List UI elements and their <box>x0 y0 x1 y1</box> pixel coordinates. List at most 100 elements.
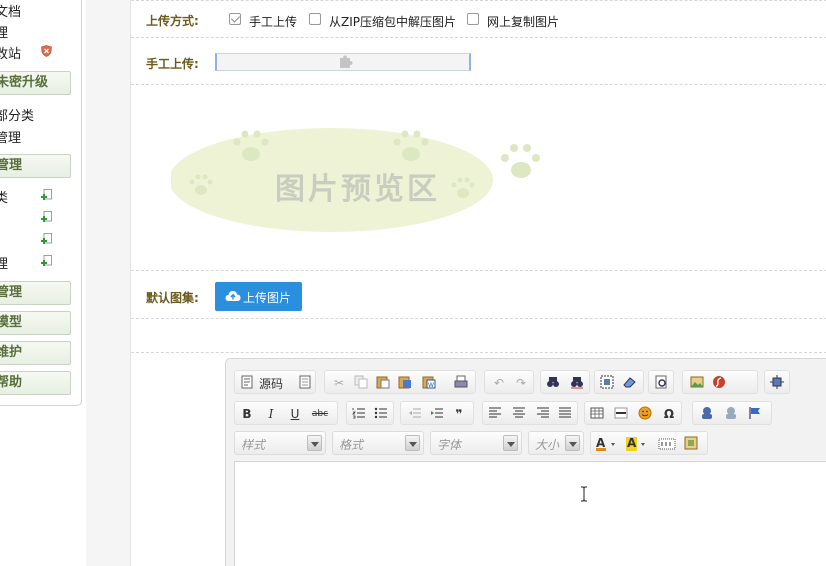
sidebar-section-upgrade[interactable]: 未密升级 <box>0 71 71 95</box>
link-icon[interactable] <box>699 406 715 422</box>
horizontal-rule-icon[interactable] <box>613 406 629 422</box>
bulleted-list-icon[interactable] <box>373 406 389 422</box>
svg-text:W: W <box>428 382 434 389</box>
add-page-icon[interactable] <box>41 211 52 223</box>
smiley-icon[interactable] <box>637 406 653 422</box>
upload-image-button[interactable]: 上传图片 <box>215 282 302 311</box>
chevron-down-icon[interactable] <box>503 435 518 451</box>
numbered-list-icon[interactable] <box>351 406 367 422</box>
special-char-button[interactable]: Ω <box>661 406 677 422</box>
sidebar-section-maintain[interactable]: 维护 <box>0 341 71 365</box>
undo-icon[interactable]: ↶ <box>491 375 507 391</box>
sidebar-item-label: 类 <box>0 191 9 206</box>
align-left-icon[interactable] <box>487 406 503 422</box>
sidebar-section-manage-2[interactable]: 管理 <box>0 281 71 305</box>
source-button-label[interactable]: 源码 <box>259 375 283 392</box>
file-upload-field[interactable] <box>215 53 471 71</box>
paste-word-icon[interactable]: W <box>421 375 437 391</box>
font-dropdown[interactable]: 字体 <box>430 431 522 455</box>
redo-icon[interactable]: ↷ <box>513 375 529 391</box>
font-placeholder: 字体 <box>437 438 462 452</box>
sidebar-item-blank-1[interactable] <box>0 209 81 227</box>
chevron-down-icon[interactable] <box>565 435 580 451</box>
toolbar-group-lists <box>346 401 394 425</box>
outdent-icon[interactable] <box>407 406 423 422</box>
cut-icon[interactable]: ✂ <box>331 375 347 391</box>
sidebar-section-help[interactable]: 帮助 <box>0 371 71 395</box>
image-preview-area: 图片预览区 <box>169 118 551 236</box>
manual-upload-checkbox[interactable] <box>229 13 241 25</box>
paste-text-icon[interactable] <box>397 375 413 391</box>
copy-icon[interactable] <box>353 375 369 391</box>
sidebar-item-blank-2[interactable] <box>0 231 81 249</box>
show-blocks-icon[interactable] <box>657 436 677 452</box>
toolbar-group-document: 源码 <box>234 370 316 394</box>
find-icon[interactable] <box>545 375 561 391</box>
style-dropdown[interactable]: 样式 <box>234 431 326 455</box>
preview-icon[interactable] <box>653 375 669 391</box>
sidebar-item-manage-2[interactable]: 理 <box>0 253 81 272</box>
sidebar-item-category[interactable]: 部分类 <box>0 105 81 124</box>
anchor-flag-icon[interactable] <box>747 406 763 422</box>
chevron-down-icon[interactable] <box>307 435 322 451</box>
background-color-icon[interactable]: A <box>625 436 649 452</box>
about-icon[interactable] <box>683 436 699 452</box>
editor-content-area[interactable] <box>234 461 826 566</box>
sidebar-item-class[interactable]: 类 <box>0 187 81 206</box>
divider <box>131 84 826 85</box>
underline-button[interactable]: U <box>287 406 303 422</box>
shield-icon[interactable] <box>41 45 52 57</box>
web-copy-checkbox[interactable] <box>467 13 479 25</box>
toolbar-group-clipboard: ✂ W <box>324 370 476 394</box>
sidebar-item-manage[interactable]: 理 <box>0 22 81 41</box>
chevron-down-icon[interactable] <box>405 435 420 451</box>
maximize-icon[interactable] <box>769 375 785 391</box>
print-icon[interactable] <box>453 375 469 391</box>
toolbar-group-maximize <box>764 370 790 394</box>
indent-icon[interactable] <box>429 406 445 422</box>
bold-button[interactable]: B <box>239 406 255 422</box>
svg-text:A: A <box>596 436 606 450</box>
sidebar-item-doc[interactable]: 文档 <box>0 1 81 20</box>
select-all-icon[interactable] <box>599 375 615 391</box>
sidebar-gutter <box>86 0 130 566</box>
sidebar-section-manage[interactable]: 管理 <box>0 154 71 178</box>
italic-button[interactable]: I <box>263 406 279 422</box>
align-center-icon[interactable] <box>511 406 527 422</box>
sidebar-section-model[interactable]: 模型 <box>0 311 71 335</box>
sidebar: 文档 理 改站 未密升级 部分类 管理 管理 类 理 管理 模型 维护 帮助 <box>0 0 82 406</box>
paste-icon[interactable] <box>375 375 391 391</box>
option-label: 网上复制图片 <box>487 15 560 29</box>
preview-placeholder-text: 图片预览区 <box>275 172 440 207</box>
sidebar-item-site[interactable]: 改站 <box>0 43 81 62</box>
sidebar-item-admin[interactable]: 管理 <box>0 127 81 146</box>
add-page-icon[interactable] <box>41 233 52 245</box>
template-icon[interactable] <box>297 375 313 391</box>
strike-button[interactable]: abc <box>309 406 331 422</box>
table-icon[interactable] <box>589 406 605 422</box>
sidebar-item-label: 理 <box>0 26 9 41</box>
add-page-icon[interactable] <box>41 255 52 267</box>
zip-upload-checkbox[interactable] <box>309 13 321 25</box>
main-content: 上传方式: 手工上传 从ZIP压缩包中解压图片 网上复制图片 手工上传: 图片预… <box>130 0 826 566</box>
source-icon[interactable] <box>239 375 255 391</box>
editor-toolbar-row-3: 样式 格式 字体 大小 A A <box>234 431 826 455</box>
format-dropdown[interactable]: 格式 <box>332 431 424 455</box>
size-dropdown[interactable]: 大小 <box>528 431 584 455</box>
text-color-icon[interactable]: A <box>595 436 619 452</box>
unlink-icon[interactable] <box>723 406 739 422</box>
svg-text:A: A <box>627 436 637 450</box>
flash-icon[interactable] <box>711 375 727 391</box>
remove-format-icon[interactable] <box>621 375 637 391</box>
toolbar-group-select <box>594 370 644 394</box>
editor-toolbar-row-2: B I U abc ❞ Ω <box>234 401 826 425</box>
size-placeholder: 大小 <box>535 438 560 452</box>
blockquote-button[interactable]: ❞ <box>451 406 467 422</box>
align-justify-icon[interactable] <box>557 406 573 422</box>
replace-icon[interactable] <box>569 375 585 391</box>
image-icon[interactable] <box>689 375 705 391</box>
align-right-icon[interactable] <box>535 406 551 422</box>
sidebar-item-label: 文档 <box>0 5 22 20</box>
add-page-icon[interactable] <box>41 189 52 201</box>
upload-button-label: 上传图片 <box>243 291 292 305</box>
